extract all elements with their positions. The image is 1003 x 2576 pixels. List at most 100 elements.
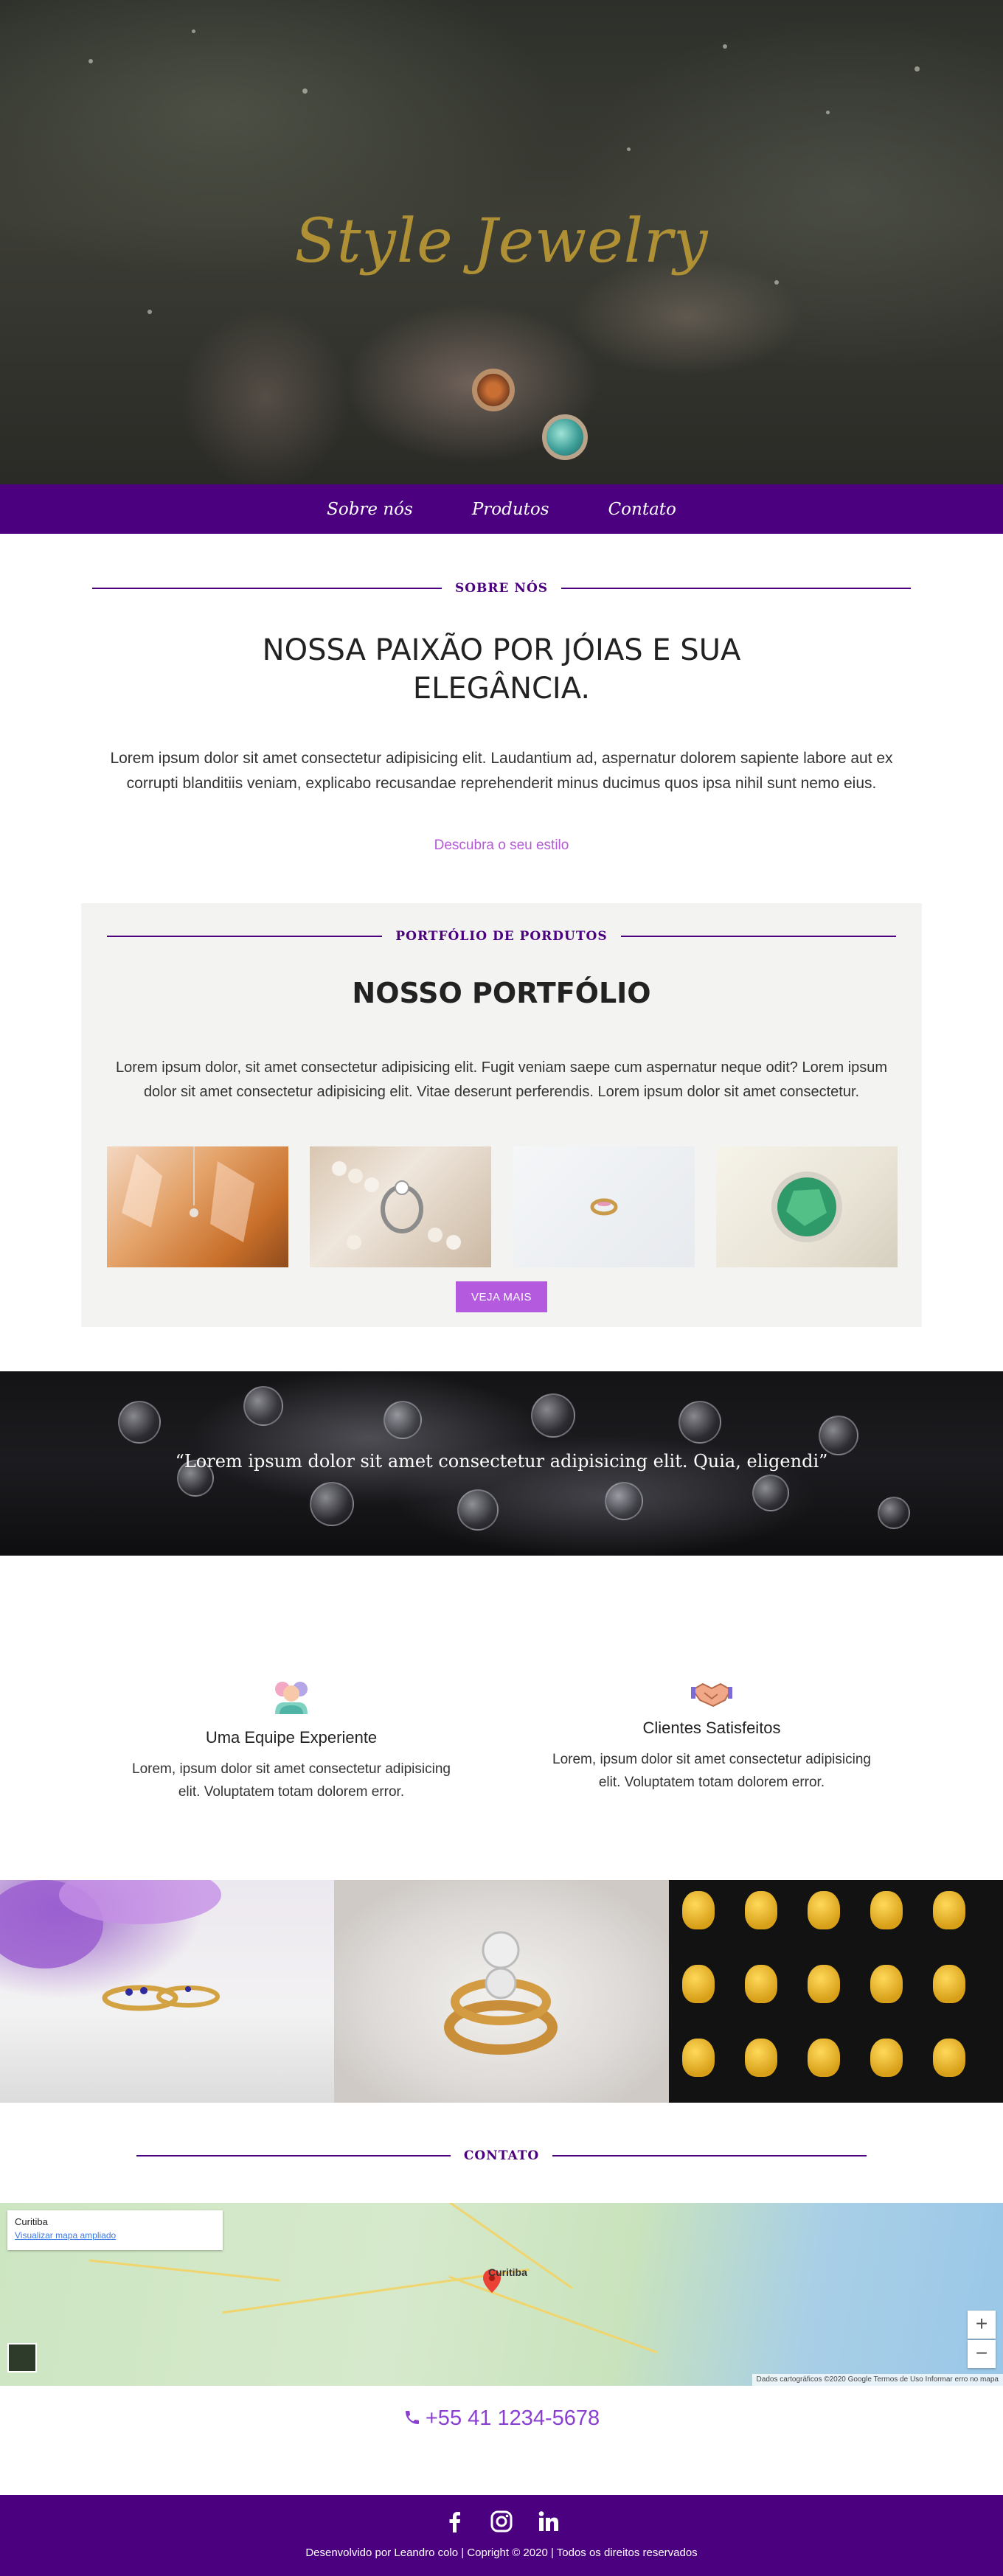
nav-link-contato[interactable]: Contato [608, 500, 676, 519]
portfolio-image-emerald-ring[interactable] [716, 1146, 898, 1267]
section-divider-portfolio: PORTFÓLIO DE PORDUTOS [107, 927, 897, 945]
gallery-image-gold-bears[interactable] [668, 1880, 1003, 2103]
main-nav: Sobre nós Produtos Contato [0, 484, 1003, 534]
gold-ring-drawing [590, 1198, 618, 1216]
map-place-card: Curitiba Visualizar mapa ampliado [7, 2210, 223, 2250]
nav-link-sobre[interactable]: Sobre nós [327, 500, 413, 519]
map-road [88, 2259, 280, 2282]
map-credits: Dados cartográficos ©2020 Google Termos … [752, 2374, 1003, 2386]
bear-charm [932, 1965, 965, 2003]
emerald-ring-drawing [771, 1172, 842, 1242]
hero-decoration [627, 147, 631, 151]
hero-decoration [192, 29, 195, 33]
portfolio-image-pearl-ring[interactable] [310, 1146, 491, 1267]
quote-text: “Lorem ipsum dolor sit amet consectetur … [175, 1451, 828, 1472]
quote-banner: “Lorem ipsum dolor sit amet consectetur … [0, 1371, 1003, 1556]
phone-number[interactable]: +55 41 1234-5678 [0, 2406, 1003, 2431]
divider-line [107, 936, 383, 937]
phone-icon [405, 2411, 419, 2424]
bear-charm [681, 1965, 715, 2003]
hero-banner: Style Jewelry [0, 0, 1003, 484]
hero-decoration [723, 44, 727, 49]
feature-clients: Clientes Satisfeitos Lorem, ipsum dolor … [542, 1679, 881, 1794]
nav-link-produtos[interactable]: Produtos [472, 500, 549, 519]
site-title: Style Jewelry [294, 206, 709, 276]
view-larger-map-link[interactable]: Visualizar mapa ampliado [15, 2230, 215, 2241]
section-label: PORTFÓLIO DE PORDUTOS [395, 929, 608, 944]
hero-gem-image [542, 414, 588, 460]
bear-charm [807, 1891, 840, 1929]
crystal-decoration [531, 1393, 575, 1438]
hero-decoration [302, 88, 308, 94]
map-zoom-in-button[interactable]: + [968, 2311, 996, 2339]
feature-team: Uma Equipe Experiente Lorem, ipsum dolor… [122, 1677, 461, 1803]
crystal-decoration [457, 1489, 499, 1531]
map-city-label: Curitiba [488, 2266, 527, 2278]
handshake-icon [691, 1682, 732, 1708]
bear-charm [932, 2039, 965, 2077]
map-place-name: Curitiba [15, 2216, 48, 2227]
crystal-decoration [118, 1401, 161, 1444]
portfolio-image-gold-ring[interactable] [513, 1146, 695, 1267]
hero-decoration [914, 66, 920, 72]
portfolio-section: PORTFÓLIO DE PORDUTOS NOSSO PORTFÓLIO Lo… [81, 903, 922, 1327]
bear-charm [870, 1965, 903, 2003]
location-map[interactable]: Curitiba Curitiba Visualizar mapa amplia… [0, 2203, 1003, 2386]
bear-charm [744, 1891, 777, 1929]
divider-line [136, 2155, 451, 2156]
crystal-decoration [605, 1482, 643, 1520]
portfolio-title: NOSSO PORTFÓLIO [352, 977, 651, 1009]
bear-charm [681, 2039, 715, 2077]
divider-line [620, 936, 897, 937]
facebook-icon[interactable] [442, 2510, 466, 2533]
map-zoom-out-button[interactable]: − [968, 2340, 996, 2368]
feature-text: Lorem, ipsum dolor sit amet consectetur … [132, 1761, 451, 1800]
social-links [0, 2510, 1003, 2533]
about-text: Lorem ipsum dolor sit amet consectetur a… [110, 750, 893, 792]
diamond-ring-drawing [444, 1931, 558, 2055]
gallery-image-sapphire-rings[interactable] [0, 1880, 335, 2103]
crystal-decoration [310, 1482, 354, 1526]
phone-number-text: +55 41 1234-5678 [425, 2406, 600, 2430]
jewelry-gallery [0, 1880, 1003, 2103]
divider-line [561, 588, 911, 589]
section-label: CONTATO [463, 2148, 540, 2163]
hero-ring-image [472, 369, 515, 411]
bear-charm [807, 2039, 840, 2077]
divider-line [552, 2155, 867, 2156]
footer-credits: Desenvolvido por Leandro colo | Copright… [305, 2547, 698, 2559]
hero-decoration [774, 280, 779, 285]
map-road [448, 2275, 658, 2354]
crystal-decoration [819, 1416, 858, 1455]
instagram-icon[interactable] [490, 2510, 513, 2533]
feature-title: Clientes Satisfeitos [642, 1719, 781, 1737]
bear-charm [744, 1965, 777, 2003]
pearl-ring-drawing [332, 1161, 461, 1250]
bear-charm [681, 1891, 715, 1929]
gallery-image-diamond-ring[interactable] [334, 1880, 669, 2103]
crystal-decoration [878, 1497, 910, 1529]
bear-charm [744, 2039, 777, 2077]
crystal-decoration [678, 1401, 721, 1444]
bear-charm [870, 2039, 903, 2077]
section-label: SOBRE NÓS [454, 581, 549, 596]
crystal-decoration [752, 1475, 789, 1511]
discover-style-link[interactable]: Descubra o seu estilo [0, 838, 1003, 854]
site-footer: Desenvolvido por Leandro colo | Copright… [0, 2495, 1003, 2576]
hero-decoration [88, 59, 93, 63]
section-divider-about: SOBRE NÓS [92, 579, 911, 597]
portfolio-image-crystal-earrings[interactable] [107, 1146, 288, 1267]
feature-title: Uma Equipe Experiente [205, 1728, 378, 1747]
sapphire-rings-drawing [0, 1880, 221, 2011]
about-title: NOSSA PAIXÃO POR JÓIAS E SUA ELEGÂNCIA. [262, 633, 741, 706]
crystal-decoration [384, 1401, 422, 1439]
map-satellite-toggle[interactable] [7, 2343, 37, 2373]
hero-decoration [148, 310, 152, 314]
linkedin-icon[interactable] [537, 2510, 560, 2533]
divider-line [92, 588, 442, 589]
see-more-button[interactable]: VEJA MAIS [456, 1281, 547, 1312]
bear-charm [932, 1891, 965, 1929]
hero-decoration [826, 111, 830, 114]
portfolio-text: Lorem ipsum dolor, sit amet consectetur … [115, 1059, 888, 1100]
crystal-earrings-drawing [122, 1146, 254, 1242]
